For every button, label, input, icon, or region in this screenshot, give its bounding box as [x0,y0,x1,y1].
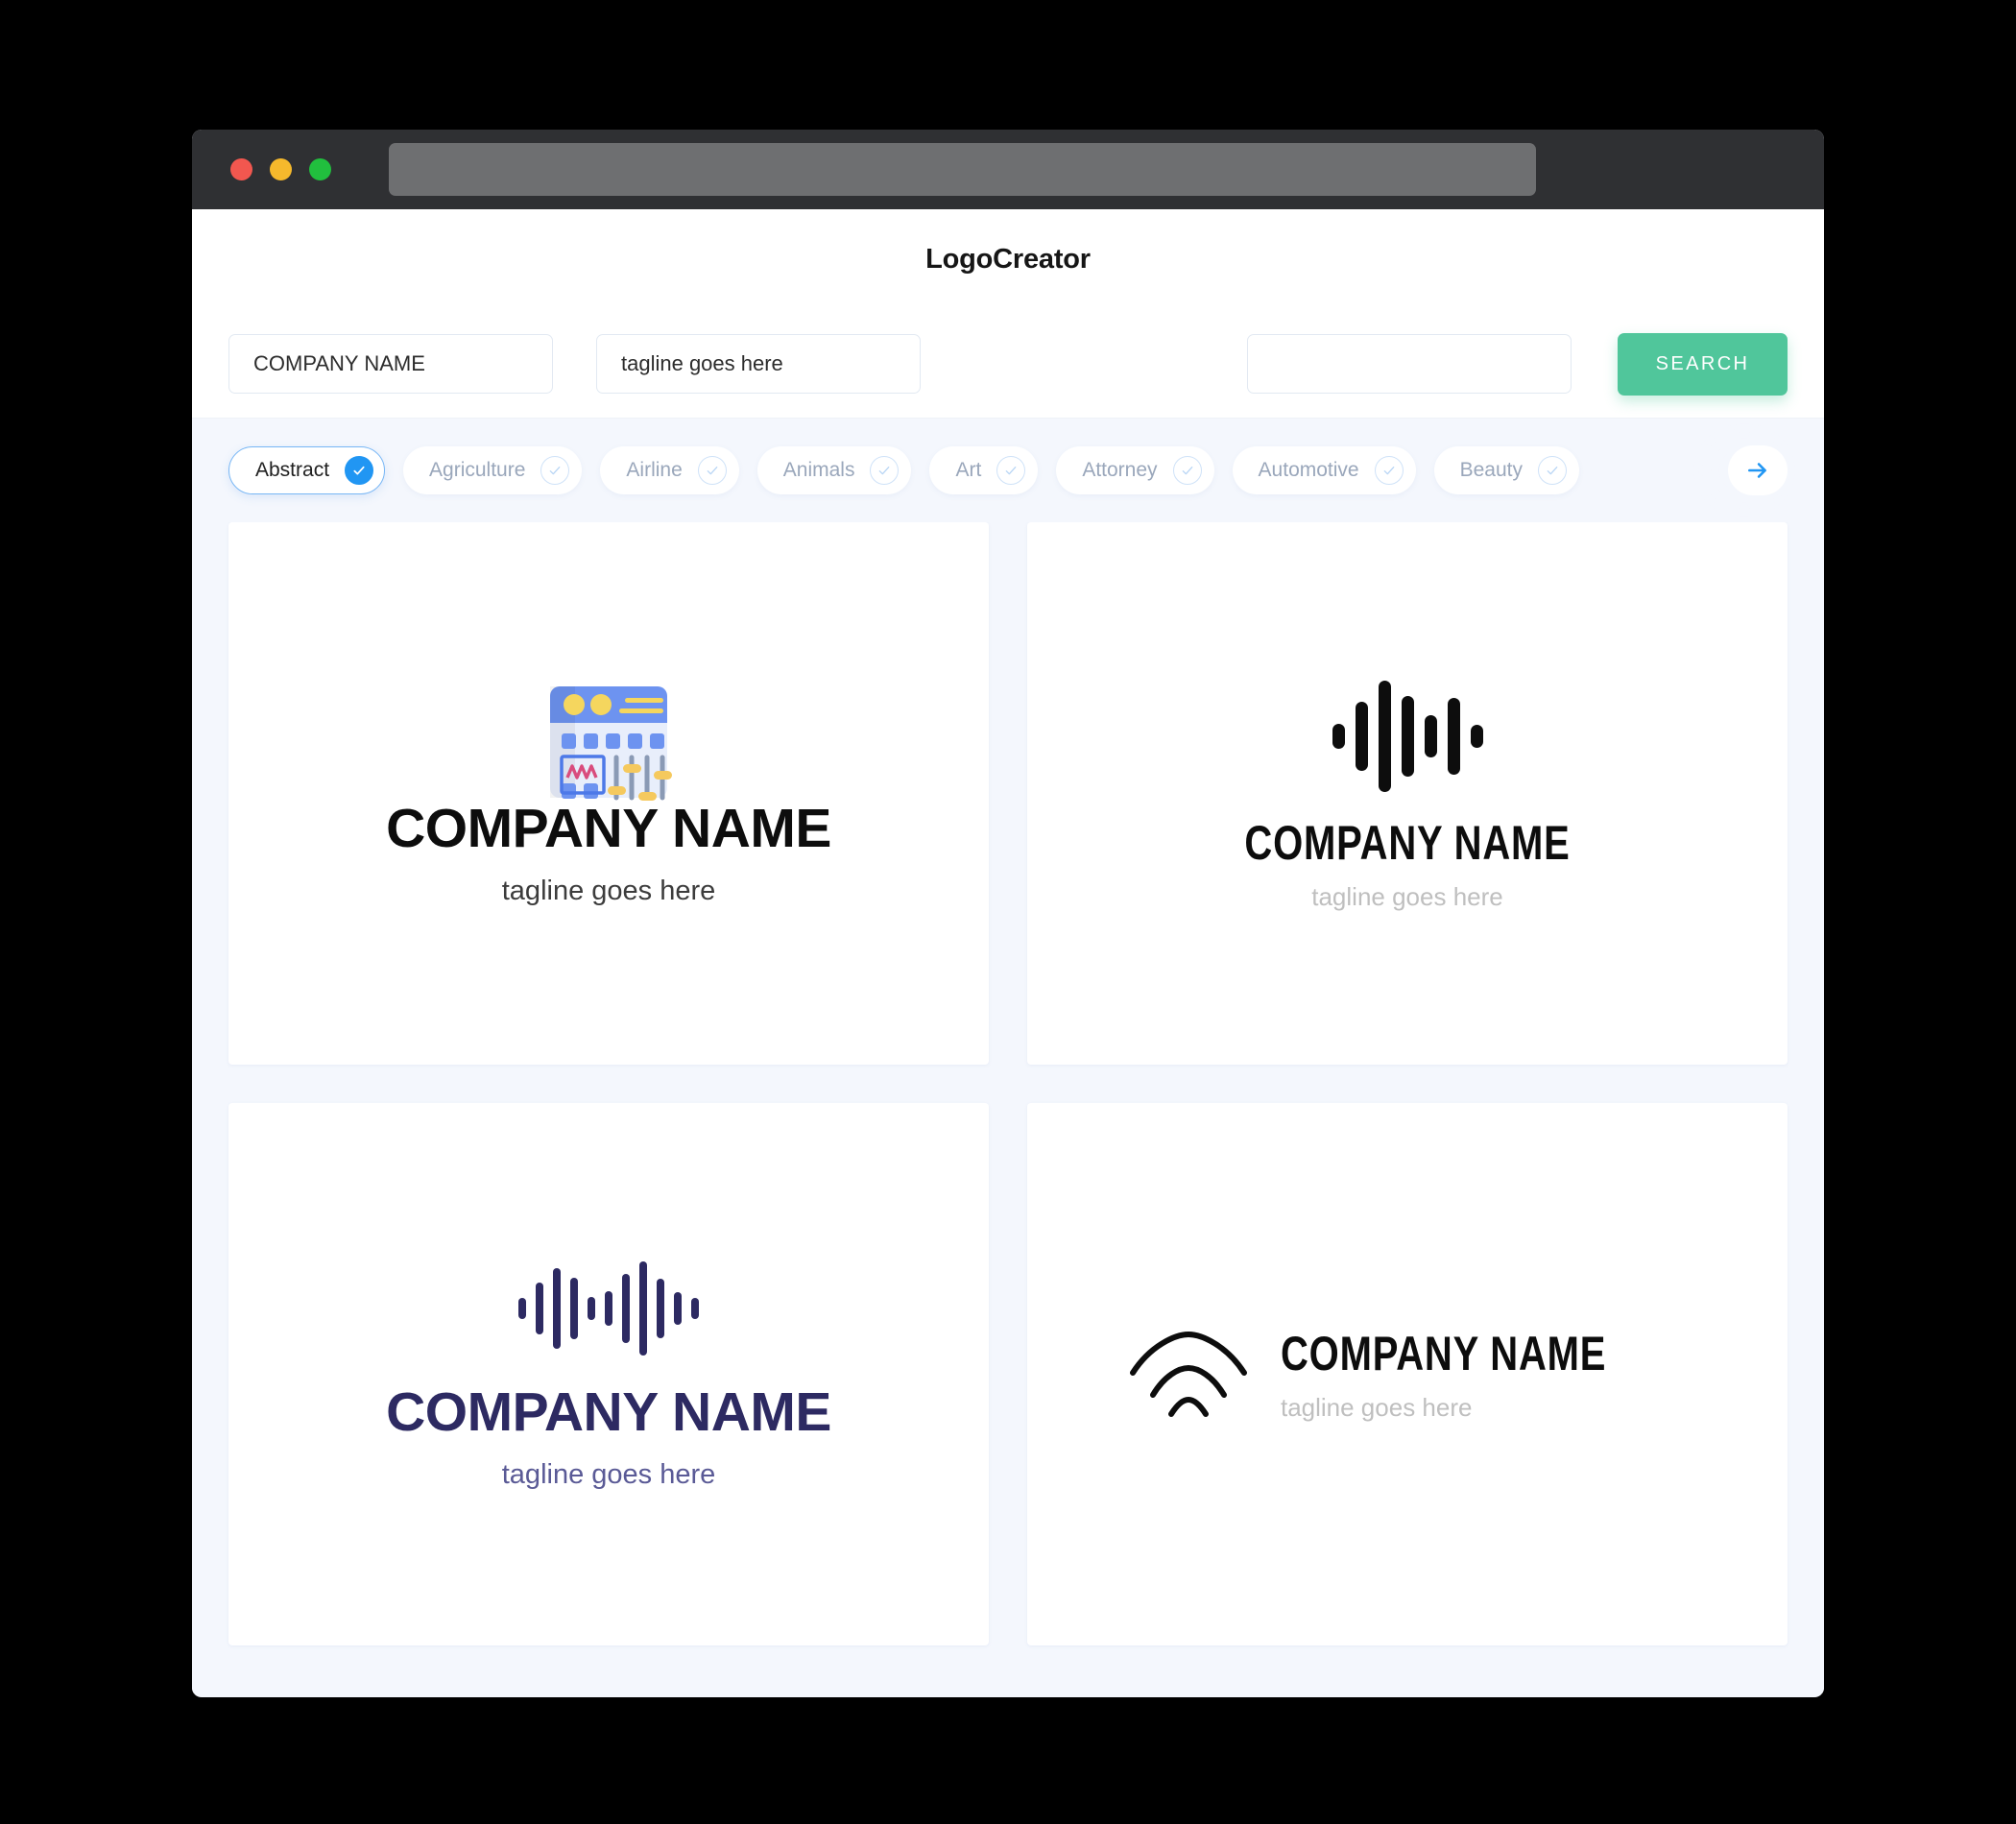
logo-tagline: tagline goes here [501,1458,716,1490]
logo-company-name: COMPANY NAME [386,797,831,859]
category-filter-bar: Abstract Agriculture Airline Animals Art Atto… [192,419,1824,522]
category-chip-label: Agriculture [429,459,526,481]
category-chip-agriculture[interactable]: Agriculture [403,446,583,494]
close-window-button[interactable] [230,158,252,180]
minimize-window-button[interactable] [270,158,292,180]
audio-mixer-icon [544,683,673,802]
check-icon [1538,456,1567,485]
sound-wave-icon [1332,679,1483,794]
logo-tagline: tagline goes here [1311,881,1503,911]
logo-company-name: COMPANY NAME [386,1380,831,1443]
category-chip-airline[interactable]: Airline [600,446,739,494]
address-bar[interactable] [389,143,1536,196]
wifi-signal-icon [1127,1331,1250,1419]
category-chip-abstract[interactable]: Abstract [228,446,386,494]
categories-next-button[interactable] [1728,445,1788,495]
logo-card[interactable]: COMPANY NAME tagline goes here [1027,522,1788,1065]
search-button[interactable]: SEARCH [1618,332,1788,396]
logo-company-name: COMPANY NAME [1244,815,1571,870]
category-chip-label: Automotive [1258,459,1359,481]
check-icon [345,456,374,485]
check-icon [540,456,570,485]
category-chip-label: Attorney [1082,459,1158,481]
screenshot-stage: LogoCreator SEARCH Abstract Agriculture Ai… [0,0,2016,1824]
logo-card[interactable]: COMPANY NAME tagline goes here [1027,1103,1788,1645]
keyword-input[interactable] [1247,334,1572,394]
logo-company-name: COMPANY NAME [1280,1326,1607,1380]
arrow-right-icon [1748,463,1766,478]
check-icon [996,456,1026,485]
tagline-input[interactable] [596,334,921,394]
category-chip-automotive[interactable]: Automotive [1232,446,1416,494]
browser-titlebar [192,130,1824,209]
traffic-lights [230,158,331,180]
company-name-input[interactable] [228,334,553,394]
logo-results-grid: COMPANY NAME tagline goes here COMPANY N… [192,522,1824,1693]
logo-tagline: tagline goes here [1280,1392,1473,1422]
app-title: LogoCreator [925,244,1091,275]
category-chip-art[interactable]: Art [929,446,1039,494]
search-toolbar: SEARCH [192,310,1824,419]
browser-window: LogoCreator SEARCH Abstract Agriculture Ai… [192,130,1824,1697]
category-chip-label: Beauty [1459,459,1523,481]
maximize-window-button[interactable] [309,158,331,180]
check-icon [1172,456,1202,485]
category-chip-attorney[interactable]: Attorney [1056,446,1214,494]
logo-card[interactable]: COMPANY NAME tagline goes here [228,522,989,1065]
check-icon [870,456,900,485]
sound-wave-dense-icon [518,1260,699,1356]
check-icon [1374,456,1404,485]
category-chip-beauty[interactable]: Beauty [1433,446,1579,494]
category-chip-label: Art [955,459,982,481]
category-chip-label: Animals [782,459,855,481]
logo-card[interactable]: COMPANY NAME tagline goes here [228,1103,989,1645]
category-chip-label: Airline [626,459,683,481]
category-chip-animals[interactable]: Animals [756,446,912,494]
app-header: LogoCreator [192,209,1824,310]
check-icon [697,456,727,485]
category-chip-label: Abstract [255,459,330,481]
logo-tagline: tagline goes here [501,875,716,906]
